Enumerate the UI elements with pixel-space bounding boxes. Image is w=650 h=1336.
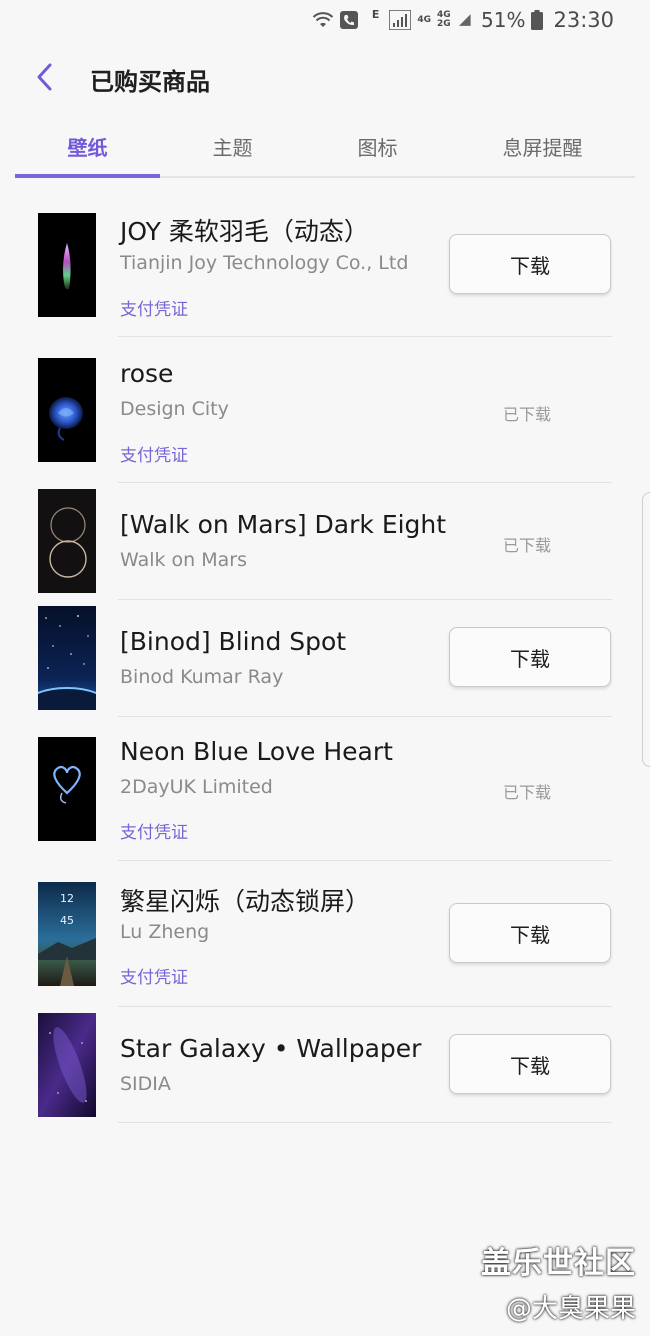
tab-aod[interactable]: 息屏提醒 [450,122,635,176]
feather-image [63,243,71,290]
item-title: JOY 柔软羽毛（动态） [120,217,369,246]
wallpaper-thumbnail [38,358,96,462]
dark-eight-image [49,507,87,578]
network-type-label: E [371,7,380,21]
watermark-line2: @大臭果果 [505,1294,636,1324]
list-item[interactable]: Neon Blue Love Heart 2DayUK Limited 支付凭证… [0,717,650,861]
rose-image [49,397,83,441]
divider [118,1122,612,1123]
item-publisher: Binod Kumar Ray [120,666,284,688]
wallpaper-thumbnail [38,1013,96,1117]
star-galaxy-image [38,1013,96,1117]
back-button[interactable] [30,62,60,92]
chevron-left-icon [37,63,52,91]
item-publisher: Lu Zheng [120,921,210,943]
list-item[interactable]: JOY 柔软羽毛（动态） Tianjin Joy Technology Co.,… [0,180,650,337]
clock: 23:30 [553,8,614,32]
wallpaper-thumbnail [38,606,96,710]
watermark: 盖乐世社区 @大臭果果 [481,1238,636,1325]
signal-icon [389,10,412,30]
item-title: [Walk on Mars] Dark Eight [120,510,447,539]
neon-heart-image [53,765,81,804]
tab-icons[interactable]: 图标 [305,122,450,176]
item-title: [Binod] Blind Spot [120,627,347,656]
tab-themes[interactable]: 主题 [160,122,305,176]
item-title: Neon Blue Love Heart [120,737,393,766]
watermark-line1: 盖乐世社区 [481,1246,636,1281]
app-header: 已购买商品 [0,54,650,100]
download-button[interactable]: 下载 [449,627,611,687]
payment-receipt-link[interactable]: 支付凭证 [120,818,188,843]
list-item[interactable]: 12 45 繁星闪烁（动态锁屏） Lu Zheng 支付凭证 下载 [0,861,650,1007]
network-4g2g-label: 4G 2G [437,10,451,29]
item-publisher: Design City [120,398,229,420]
downloaded-status: 已下载 [503,783,552,802]
thumb-clock-min: 45 [60,914,74,927]
wallpaper-thumbnail [38,737,96,841]
downloaded-status: 已下载 [503,536,552,555]
battery-icon [531,10,544,30]
category-tabs: 壁纸 主题 图标 息屏提醒 [15,122,635,178]
wallpaper-thumbnail [38,213,96,317]
status-bar: E 4G 4G 2G 51% 23:30 [0,0,650,40]
wallpaper-thumbnail: 12 45 [38,882,96,986]
payment-receipt-link[interactable]: 支付凭证 [120,963,188,988]
status-icons: E 4G 4G 2G 51% 23:30 [312,8,614,32]
payment-receipt-link[interactable]: 支付凭证 [120,441,188,466]
list-item[interactable]: [Binod] Blind Spot Binod Kumar Ray 下载 [0,600,650,717]
download-button[interactable]: 下载 [449,234,611,294]
item-publisher: 2DayUK Limited [120,776,273,798]
wallpaper-thumbnail [38,489,96,593]
signal-2-icon [459,14,471,26]
wifi-icon [312,12,334,27]
battery-percent: 51% [481,8,526,32]
item-title: 繁星闪烁（动态锁屏） [120,887,371,916]
downloaded-status: 已下载 [503,405,552,424]
tab-wallpaper[interactable]: 壁纸 [15,122,160,176]
wifi-call-icon [339,11,358,29]
item-publisher: SIDIA [120,1073,171,1095]
scroll-handle[interactable] [642,492,650,767]
list-item[interactable]: Star Galaxy • Wallpaper SIDIA 下载 [0,1007,650,1123]
blind-spot-image [38,606,96,710]
thumb-clock-hour: 12 [60,892,74,905]
list-item[interactable]: [Walk on Mars] Dark Eight Walk on Mars 已… [0,483,650,600]
list-item[interactable]: rose Design City 支付凭证 已下载 [0,337,650,483]
download-button[interactable]: 下载 [449,903,611,963]
network-4g-label: 4G [417,14,432,25]
page-title: 已购买商品 [90,68,210,96]
item-title: Star Galaxy • Wallpaper [120,1034,422,1063]
item-publisher: Walk on Mars [120,549,247,571]
payment-receipt-link[interactable]: 支付凭证 [120,295,188,320]
item-title: rose [120,359,174,388]
download-button[interactable]: 下载 [449,1034,611,1094]
item-publisher: Tianjin Joy Technology Co., Ltd [120,252,409,274]
active-tab-indicator [15,174,160,178]
